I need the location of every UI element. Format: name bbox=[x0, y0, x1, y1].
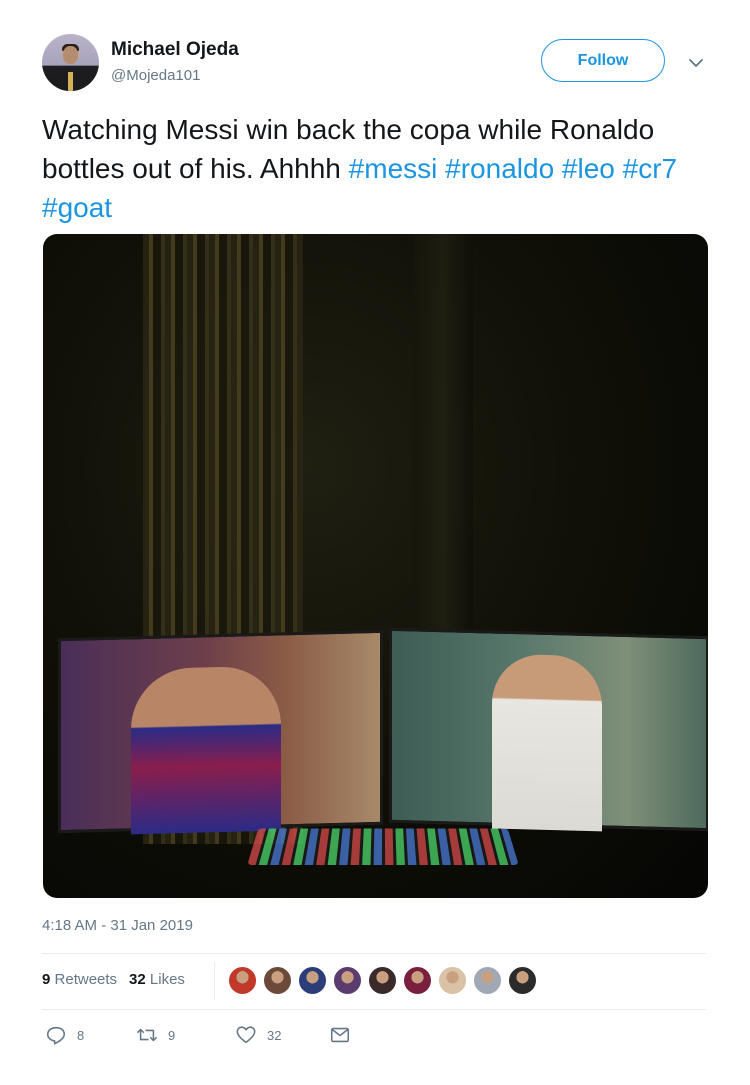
reply-count: 8 bbox=[77, 1027, 85, 1043]
likes-count: 32 bbox=[129, 971, 146, 988]
liker-avatar[interactable] bbox=[403, 966, 432, 995]
liker-avatar[interactable] bbox=[438, 966, 467, 995]
like-count: 32 bbox=[267, 1027, 282, 1043]
user-avatar[interactable] bbox=[42, 34, 99, 91]
retweets-stat[interactable]: 9 Retweets bbox=[42, 971, 117, 988]
likes-stat[interactable]: 32 Likes bbox=[129, 971, 185, 988]
retweet-button[interactable]: 9 bbox=[136, 1024, 175, 1046]
divider bbox=[42, 953, 706, 954]
retweet-icon bbox=[137, 1028, 157, 1042]
tweet-text: Watching Messi win back the copa while R… bbox=[42, 110, 682, 227]
direct-message-button[interactable] bbox=[329, 1024, 351, 1046]
chevron-down-icon[interactable] bbox=[687, 54, 705, 72]
heart-icon bbox=[236, 1026, 256, 1044]
photo-player-left bbox=[131, 665, 281, 835]
hashtag-link[interactable]: #messi bbox=[349, 153, 438, 184]
avatar-shirt-stripe bbox=[68, 72, 73, 91]
liker-avatar[interactable] bbox=[228, 966, 257, 995]
stats-separator bbox=[214, 962, 215, 1000]
photo-keyboard bbox=[247, 828, 519, 865]
tweet-timestamp[interactable]: 4:18 AM - 31 Jan 2019 bbox=[42, 917, 193, 934]
photo-player-right bbox=[492, 653, 602, 832]
follow-button[interactable]: Follow bbox=[541, 39, 665, 82]
liker-avatar[interactable] bbox=[508, 966, 537, 995]
tweet-stats: 9 Retweets 32 Likes bbox=[42, 971, 185, 988]
retweets-label: Retweets bbox=[54, 971, 118, 988]
divider bbox=[42, 1009, 706, 1010]
user-name[interactable]: Michael Ojeda bbox=[111, 39, 239, 61]
tweet-card: Michael Ojeda @Mojeda101 Follow Watching… bbox=[0, 0, 750, 1085]
hashtag-link[interactable]: #goat bbox=[42, 192, 112, 223]
liker-avatar[interactable] bbox=[368, 966, 397, 995]
hashtag-link[interactable]: #leo bbox=[562, 153, 615, 184]
retweets-count: 9 bbox=[42, 971, 51, 988]
user-handle[interactable]: @Mojeda101 bbox=[111, 67, 200, 84]
likes-label: Likes bbox=[149, 971, 185, 988]
avatar-head bbox=[63, 46, 78, 64]
liker-avatar[interactable] bbox=[473, 966, 502, 995]
hashtag-link[interactable]: #ronaldo bbox=[445, 153, 554, 184]
hashtag-link[interactable]: #cr7 bbox=[623, 153, 677, 184]
like-button[interactable]: 32 bbox=[235, 1024, 281, 1046]
photo-monitor-right bbox=[389, 627, 708, 832]
liker-avatar[interactable] bbox=[298, 966, 327, 995]
reply-icon bbox=[46, 1026, 66, 1045]
liker-avatar[interactable] bbox=[333, 966, 362, 995]
reply-button[interactable]: 8 bbox=[45, 1024, 84, 1046]
liker-avatar[interactable] bbox=[263, 966, 292, 995]
liker-avatars bbox=[228, 966, 537, 995]
retweet-count: 9 bbox=[168, 1027, 176, 1043]
photo-monitor-left bbox=[58, 629, 383, 835]
tweet-photo[interactable] bbox=[43, 234, 708, 898]
envelope-icon bbox=[330, 1027, 350, 1043]
